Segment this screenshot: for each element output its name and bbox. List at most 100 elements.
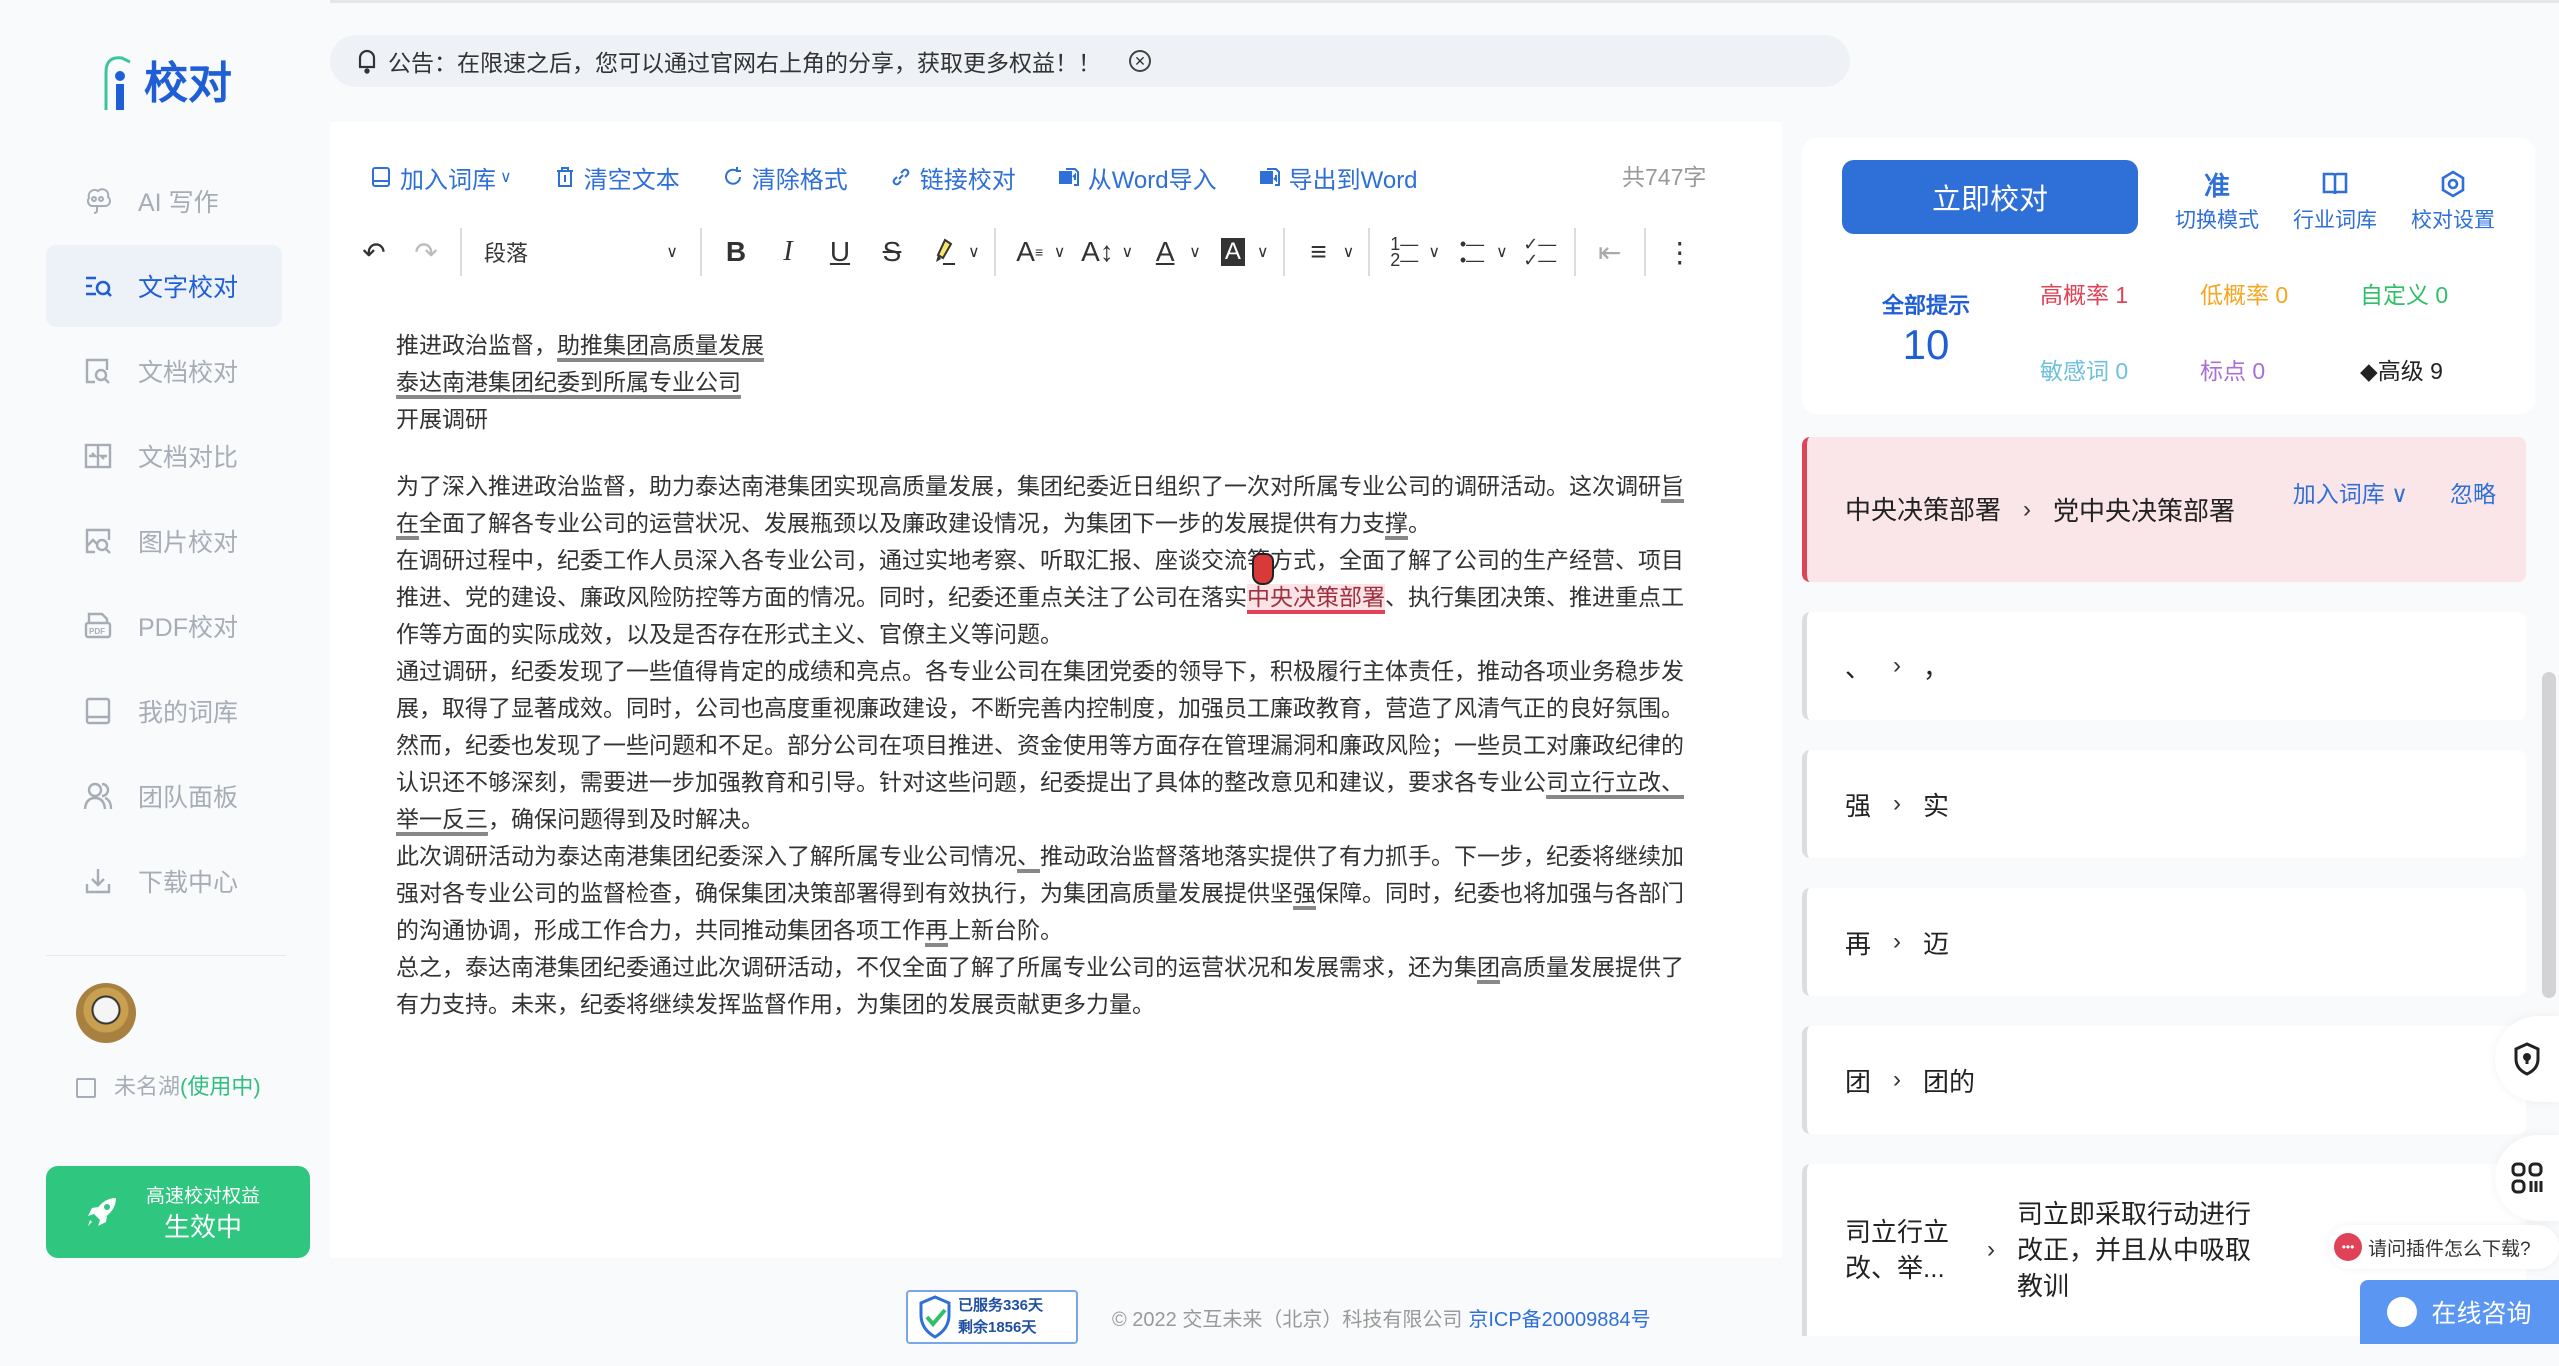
qr-code-icon <box>2511 1162 2543 1194</box>
clear-text-button[interactable]: 清空文本 <box>554 160 680 195</box>
ordered-list-icon[interactable]: 1— 2— <box>1384 230 1424 274</box>
highlight-icon[interactable] <box>924 230 964 274</box>
chevron-down-icon[interactable]: ∨ <box>1428 242 1440 262</box>
all-hints[interactable]: 全部提示 10 <box>1882 288 1970 370</box>
flagged-text-active[interactable]: 中央决策部署 <box>1247 584 1385 614</box>
sidebar-item-my-dictionary[interactable]: 我的词库 <box>46 670 282 752</box>
issue-suggestion: 实 <box>1923 790 1950 821</box>
faq-text: 请问插件怎么下载? <box>2368 1238 2531 1260</box>
user-name: 未名湖 <box>114 1074 181 1099</box>
stat-custom[interactable]: 自定义 0 <box>2360 276 2520 310</box>
flagged-text[interactable]: 助推集团高质量发展 <box>557 332 764 362</box>
service-badge[interactable]: 已服务336天 剩余1856天 <box>906 1290 1078 1344</box>
undo-icon[interactable]: ↶ <box>354 230 394 274</box>
export-word-button[interactable]: 导出到Word <box>1259 160 1418 195</box>
footer: 已服务336天 剩余1856天 © 2022 交互未来（北京）科技有限公司 京I… <box>906 1290 1651 1344</box>
sidebar-item-text-proofread[interactable]: 文字校对 <box>46 245 282 327</box>
document-content[interactable]: 推进政治监督，助推集团高质量发展 泰达南港集团纪委到所属专业公司 开展调研 为了… <box>396 327 1706 1023</box>
copyright-text: © 2022 交互未来（北京）科技有限公司 <box>1112 1308 1463 1331</box>
underline-icon[interactable]: U <box>820 230 860 274</box>
issue-card[interactable]: 、 › ， <box>1802 612 2526 720</box>
flagged-text[interactable]: 在 <box>396 510 419 540</box>
stat-advanced[interactable]: ◆高级 9 <box>2360 352 2520 386</box>
align-icon[interactable]: ≡ <box>1299 230 1339 274</box>
chevron-down-icon[interactable]: ∨ <box>1054 242 1066 262</box>
logo[interactable]: 校对 <box>100 50 232 112</box>
more-icon[interactable]: ⋮ <box>1660 230 1700 274</box>
sidebar-item-pdf-proofread[interactable]: PDF PDF校对 <box>46 585 282 667</box>
font-size-icon[interactable]: A ≡ <box>1010 230 1050 274</box>
faq-bubble[interactable]: ••• 请问插件怎么下载? <box>2328 1225 2559 1269</box>
background-color-icon[interactable]: A <box>1213 230 1253 274</box>
bold-icon[interactable]: B <box>716 230 756 274</box>
rocket-icon <box>88 1198 116 1226</box>
sidebar-item-image-proofread[interactable]: 图片校对 <box>46 500 282 582</box>
stat-low-probability[interactable]: 低概率 0 <box>2200 276 2360 310</box>
chevron-down-icon[interactable]: ∨ <box>968 242 980 262</box>
text-run: 此次调研活动为泰达南港集团纪委深入了解所属专业公司情况 <box>396 843 1017 869</box>
paragraph-style-select[interactable]: 段落 ∨ <box>476 230 686 274</box>
chevron-down-icon[interactable]: ∨ <box>1343 242 1355 262</box>
editor-panel: 加入词库 ∨ 清空文本 清除格式 链接校对 从Word导入 导出到Word 共74… <box>330 122 1782 1258</box>
sidebar-item-ai-writing[interactable]: AI 写作 <box>46 160 282 242</box>
sidebar-item-team-panel[interactable]: 团队面板 <box>46 755 282 837</box>
sidebar-item-download-center[interactable]: 下载中心 <box>46 840 282 922</box>
todo-list-icon[interactable]: ✓— ✓— <box>1520 230 1560 274</box>
chevron-down-icon[interactable]: ∨ <box>1496 242 1508 262</box>
switch-mode-button[interactable]: 准 切换模式 <box>2158 164 2276 234</box>
online-consult-button[interactable]: 在线咨询 <box>2360 1280 2559 1344</box>
text-run: 总之，泰达南港集团纪委通过此次调研活动，不仅全面了解了所属专业公司的运营状况和发… <box>396 954 1477 980</box>
add-to-dictionary-link[interactable]: 加入词库 ∨ <box>2251 475 2408 509</box>
stat-punctuation[interactable]: 标点 0 <box>2200 352 2360 386</box>
italic-icon[interactable]: I <box>768 230 808 274</box>
stat-sensitive[interactable]: 敏感词 0 <box>2040 352 2200 386</box>
avatar[interactable] <box>76 983 136 1043</box>
flagged-text[interactable]: 强 <box>1293 880 1316 910</box>
top-border <box>0 0 2559 3</box>
issue-list-scrollbar[interactable] <box>2542 672 2556 998</box>
sidebar-item-label: 文字校对 <box>138 274 239 302</box>
ignore-link[interactable]: 忽略 <box>2450 475 2496 509</box>
sidebar-item-doc-proofread[interactable]: 文档校对 <box>46 330 282 412</box>
chevron-down-icon[interactable]: ∨ <box>1121 242 1133 262</box>
font-color-icon[interactable]: A <box>1145 230 1185 274</box>
issue-card[interactable]: 强 › 实 <box>1802 750 2526 858</box>
flagged-text[interactable]: 再 <box>925 917 948 947</box>
flagged-text[interactable]: 撑 <box>1385 510 1408 540</box>
title-line: 泰达南港集团纪委到所属专业公司 <box>396 364 1706 401</box>
issue-card[interactable]: 团 › 团的 <box>1802 1026 2526 1134</box>
flagged-text[interactable]: 团 <box>1477 954 1500 984</box>
speed-benefit-button[interactable]: 高速校对权益 生效中 <box>46 1166 310 1258</box>
toolbar-divider <box>1282 228 1285 276</box>
add-to-dictionary-button[interactable]: 加入词库 ∨ <box>370 160 512 195</box>
stat-label: 高级 9 <box>2377 358 2443 384</box>
outdent-icon[interactable]: ⇤ <box>1590 230 1630 274</box>
sidebar-item-doc-compare[interactable]: 文档对比 <box>46 415 282 497</box>
chevron-down-icon[interactable]: ∨ <box>1257 242 1269 262</box>
user-info[interactable]: 未名湖(使用中) <box>76 1070 266 1104</box>
import-word-button[interactable]: 从Word导入 <box>1058 160 1217 195</box>
industry-dictionary-button[interactable]: 行业词库 <box>2276 164 2394 234</box>
chevron-right-icon: › <box>1893 652 1902 679</box>
book-icon <box>76 1078 96 1098</box>
bullet-list-icon[interactable]: •— •— <box>1452 230 1492 274</box>
redo-icon[interactable]: ↷ <box>406 230 446 274</box>
issue-card[interactable]: 中央决策部署 › 党中央决策部署 加入词库 ∨ 忽略 <box>1802 437 2526 582</box>
proofread-settings-button[interactable]: 校对设置 <box>2394 164 2512 234</box>
clear-format-button[interactable]: 清除格式 <box>722 160 848 195</box>
close-notice-icon[interactable]: ✕ <box>1129 50 1151 72</box>
icp-link[interactable]: 京ICP备20009884号 <box>1468 1303 1650 1332</box>
proofread-now-button[interactable]: 立即校对 <box>1842 160 2138 234</box>
chevron-down-icon[interactable]: ∨ <box>1189 242 1201 262</box>
flagged-text[interactable]: 、 <box>1017 843 1040 873</box>
strikethrough-icon[interactable]: S <box>872 230 912 274</box>
flagged-text[interactable]: 泰达南港集团纪委到所属专业公司 <box>396 369 741 399</box>
issue-card[interactable]: 再 › 迈 <box>1802 888 2526 996</box>
paragraph: 为了深入推进政治监督，助力泰达南港集团实现高质量发展，集团纪委近日组织了一次对所… <box>396 468 1706 542</box>
flagged-text[interactable]: 旨 <box>1661 473 1684 503</box>
link-proofread-button[interactable]: 链接校对 <box>890 160 1016 195</box>
hand-cursor-icon <box>1252 553 1274 585</box>
stat-high-probability[interactable]: 高概率 1 <box>2040 276 2200 310</box>
line-height-icon[interactable]: A↕ <box>1077 230 1117 274</box>
